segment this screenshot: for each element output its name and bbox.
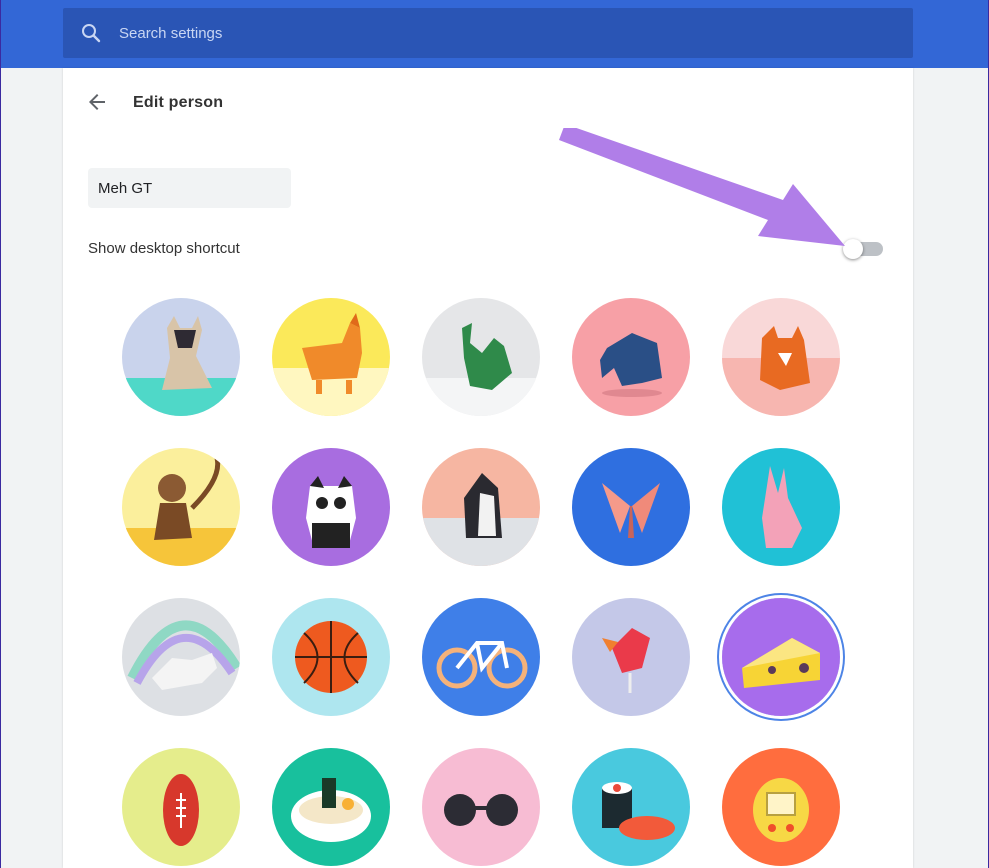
shortcut-label: Show desktop shortcut — [88, 240, 240, 257]
avatar-sushi[interactable] — [572, 748, 690, 866]
avatar-unicorn[interactable] — [122, 598, 240, 716]
origami-cat-icon — [122, 298, 240, 416]
avatar-basketball[interactable] — [272, 598, 390, 716]
avatar-dragon[interactable] — [422, 298, 540, 416]
search-icon — [82, 24, 101, 43]
origami-unicorn-icon — [122, 598, 240, 716]
name-input[interactable] — [88, 168, 291, 208]
avatar-football[interactable] — [122, 748, 240, 866]
ramen-icon — [272, 748, 390, 866]
avatar-fox[interactable] — [722, 298, 840, 416]
cheese-icon — [722, 598, 840, 716]
avatar-sunglasses[interactable] — [422, 748, 540, 866]
origami-monkey-icon — [122, 448, 240, 566]
bicycle-icon — [422, 598, 540, 716]
origami-panda-icon — [272, 448, 390, 566]
search-box[interactable]: Search settings — [63, 8, 913, 58]
origami-butterfly-icon — [572, 448, 690, 566]
tamagotchi-icon — [722, 748, 840, 866]
origami-elephant-icon — [572, 298, 690, 416]
top-bar: Search settings — [1, 0, 988, 68]
avatar-rabbit[interactable] — [722, 448, 840, 566]
avatar-ramen[interactable] — [272, 748, 390, 866]
sushi-icon — [572, 748, 690, 866]
origami-rabbit-icon — [722, 448, 840, 566]
origami-corgi-icon — [272, 298, 390, 416]
avatar-cat[interactable] — [122, 298, 240, 416]
avatar-cheese[interactable] — [722, 598, 840, 716]
avatar-bicycle[interactable] — [422, 598, 540, 716]
origami-dragon-icon — [422, 298, 540, 416]
avatar-panda[interactable] — [272, 448, 390, 566]
avatar-butterfly[interactable] — [572, 448, 690, 566]
origami-penguin-icon — [422, 448, 540, 566]
edit-person-card: Edit person Show desktop shortcut — [63, 68, 913, 868]
basketball-icon — [272, 598, 390, 716]
page-title: Edit person — [133, 94, 224, 111]
back-arrow-icon[interactable] — [85, 90, 109, 114]
search-input[interactable]: Search settings — [119, 25, 222, 42]
sunglasses-icon — [422, 748, 540, 866]
avatar-bird[interactable] — [572, 598, 690, 716]
origami-fox-icon — [722, 298, 840, 416]
avatar-tamagotchi[interactable] — [722, 748, 840, 866]
annotation-arrow — [559, 128, 845, 246]
avatar-penguin[interactable] — [422, 448, 540, 566]
avatar-monkey[interactable] — [122, 448, 240, 566]
bird-icon — [572, 598, 690, 716]
football-icon — [122, 748, 240, 866]
avatar-corgi[interactable] — [272, 298, 390, 416]
avatar-elephant[interactable] — [572, 298, 690, 416]
